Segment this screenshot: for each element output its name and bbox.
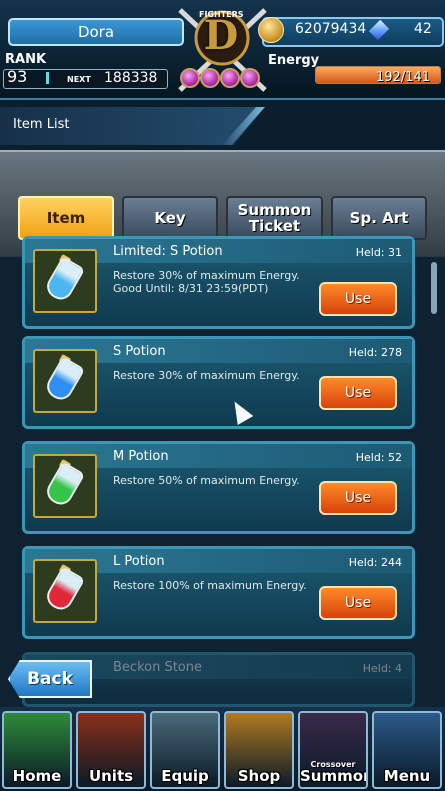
nav-label: Home <box>12 767 62 785</box>
app-screen: Dora RANK 93 NEXT 188338 FIGHTERS D 6207… <box>0 0 445 791</box>
item-held-count: Held: 31 <box>355 246 402 259</box>
nav-label: Shop <box>237 767 281 785</box>
tab-key[interactable]: Key <box>122 196 218 240</box>
tab-summon-ticket[interactable]: Summon Ticket <box>226 196 323 240</box>
potion-icon <box>33 349 97 413</box>
gem-row <box>180 68 262 88</box>
item-name: S Potion <box>113 344 166 359</box>
use-button[interactable]: Use <box>319 282 397 316</box>
rank-progress <box>46 72 49 84</box>
nav-label: Units <box>88 767 134 785</box>
gem-icon <box>240 68 260 88</box>
nav-menu[interactable]: Menu <box>372 711 442 789</box>
rank-label: RANK <box>5 52 47 67</box>
list-item: Limited: S Potion Held: 31 Restore 30% o… <box>22 236 415 329</box>
potion-icon <box>33 559 97 623</box>
back-button[interactable]: Back <box>8 660 92 698</box>
item-held-count: Held: 244 <box>348 556 402 569</box>
nav-label: Equip <box>161 767 209 785</box>
potion-icon <box>33 454 97 518</box>
item-name: Beckon Stone <box>113 660 202 675</box>
energy-label: Energy <box>268 53 320 68</box>
potion-bottle <box>42 461 86 509</box>
item-description: Restore 30% of maximum Energy. <box>113 369 300 382</box>
top-status-bar: Dora RANK 93 NEXT 188338 FIGHTERS D 6207… <box>0 0 445 100</box>
potion-bottle <box>42 256 86 304</box>
list-item: L Potion Held: 244 Restore 100% of maxim… <box>22 546 415 639</box>
energy-value: 192/141 <box>376 70 431 85</box>
gem-icon <box>180 68 200 88</box>
item-held-count: Held: 52 <box>355 451 402 464</box>
next-label: NEXT <box>67 75 91 84</box>
item-held-count: Held: 278 <box>348 346 402 359</box>
coin-icon <box>258 17 284 43</box>
gem-icon <box>220 68 240 88</box>
nav-label: Menu <box>383 767 431 785</box>
use-button[interactable]: Use <box>319 481 397 515</box>
nav-shop[interactable]: Shop <box>224 711 294 789</box>
use-button[interactable]: Use <box>319 376 397 410</box>
use-button[interactable]: Use <box>319 586 397 620</box>
potion-bottle <box>42 356 86 404</box>
next-exp-value: 188338 <box>104 70 158 86</box>
nav-summon[interactable]: Crossover Summon <box>298 711 368 789</box>
item-description: Restore 50% of maximum Energy. <box>113 474 300 487</box>
nav-label: Summon <box>300 767 368 785</box>
item-description: Restore 100% of maximum Energy. <box>113 579 307 592</box>
crystal-count: 42 <box>414 21 432 37</box>
potion-bottle <box>42 566 86 614</box>
nav-home[interactable]: Home <box>2 711 72 789</box>
list-scrollbar[interactable] <box>431 262 437 314</box>
nav-equip[interactable]: Equip <box>150 711 220 789</box>
item-name: L Potion <box>113 554 165 569</box>
item-name: Limited: S Potion <box>113 244 223 259</box>
page-title: Item List <box>13 117 70 132</box>
player-name[interactable]: Dora <box>8 18 184 46</box>
item-name: M Potion <box>113 449 169 464</box>
item-held-count: Held: 4 <box>362 662 402 675</box>
gem-icon <box>200 68 220 88</box>
potion-icon <box>33 249 97 313</box>
coin-count: 62079434 <box>295 21 367 37</box>
list-item: M Potion Held: 52 Restore 50% of maximum… <box>22 441 415 534</box>
tab-item[interactable]: Item <box>18 196 114 240</box>
nav-units[interactable]: Units <box>76 711 146 789</box>
tab-sp-art[interactable]: Sp. Art <box>331 196 427 240</box>
item-description: Restore 30% of maximum Energy. Good Unti… <box>113 269 300 295</box>
rank-value: 93 <box>7 67 28 86</box>
emblem-letter: D <box>203 12 239 59</box>
list-item: S Potion Held: 278 Restore 30% of maximu… <box>22 336 415 429</box>
